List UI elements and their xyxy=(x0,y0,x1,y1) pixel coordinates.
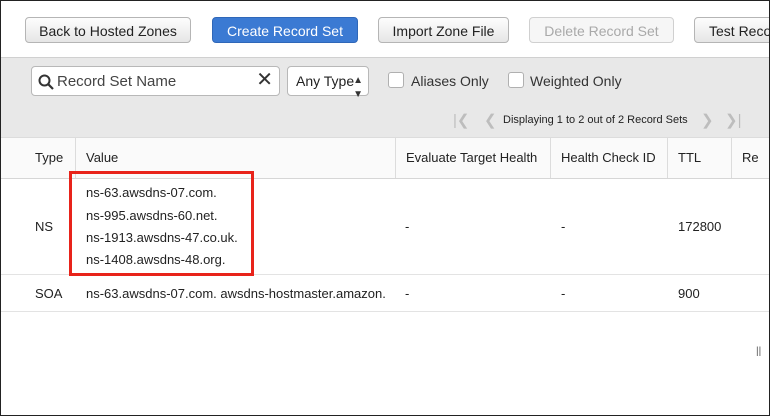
search-icon xyxy=(38,74,54,90)
route53-record-sets-panel: Back to Hosted Zones Create Record Set I… xyxy=(0,0,770,416)
evaluate-target-health-cell: - xyxy=(405,286,410,301)
record-type-cell: NS xyxy=(35,219,54,234)
create-record-set-button[interactable]: Create Record Set xyxy=(212,17,358,43)
column-header-type[interactable]: Type xyxy=(25,138,75,178)
pager-bar: |❮ ❮ Displaying 1 to 2 out of 2 Record S… xyxy=(1,109,769,137)
column-header-evaluate-target-health[interactable]: Evaluate Target Health xyxy=(395,138,550,178)
record-type-select-value: Any Type xyxy=(296,73,355,89)
column-header-ttl[interactable]: TTL xyxy=(667,138,731,178)
evaluate-target-health-cell: - xyxy=(405,219,410,234)
next-page-icon[interactable]: ❯ xyxy=(701,111,714,129)
ttl-cell: 172800 xyxy=(678,219,722,234)
search-box: ✕ xyxy=(31,66,280,96)
first-page-icon[interactable]: |❮ xyxy=(453,111,469,129)
column-header-region[interactable]: Re xyxy=(731,138,769,178)
clear-search-icon[interactable]: ✕ xyxy=(256,69,273,91)
toolbar: Back to Hosted Zones Create Record Set I… xyxy=(1,1,769,57)
last-page-icon[interactable]: ❯| xyxy=(725,111,741,129)
pager-status-text: Displaying 1 to 2 out of 2 Record Sets xyxy=(503,114,688,126)
record-value-line: ns-63.awsdns-07.com. awsdns-hostmaster.a… xyxy=(86,286,386,301)
health-check-id-cell: - xyxy=(561,286,566,301)
filter-bar: ✕ Any Type ▲▼ Aliases Only Weighted Only xyxy=(1,57,769,110)
weighted-only-checkbox[interactable] xyxy=(508,72,524,88)
aliases-only-checkbox[interactable] xyxy=(388,72,404,88)
import-zone-file-button[interactable]: Import Zone File xyxy=(378,17,509,43)
previous-page-icon[interactable]: ❮ xyxy=(484,111,497,129)
record-set-name-search-input[interactable] xyxy=(57,71,253,91)
table-row[interactable]: SOA ns-63.awsdns-07.com. awsdns-hostmast… xyxy=(1,275,769,312)
back-to-hosted-zones-button[interactable]: Back to Hosted Zones xyxy=(25,17,191,43)
ttl-cell: 900 xyxy=(678,286,700,301)
test-record-set-button[interactable]: Test Reco xyxy=(694,17,769,43)
name-servers-highlight-box xyxy=(69,171,254,276)
record-type-cell: SOA xyxy=(35,286,63,301)
weighted-only-label: Weighted Only xyxy=(530,73,622,89)
column-resize-handle[interactable]: || xyxy=(756,346,761,357)
aliases-only-label: Aliases Only xyxy=(411,73,489,89)
column-header-health-check-id[interactable]: Health Check ID xyxy=(550,138,667,178)
record-type-select[interactable]: Any Type ▲ ▼ xyxy=(287,66,369,100)
delete-record-set-button[interactable]: Delete Record Set xyxy=(529,17,674,43)
health-check-id-cell: - xyxy=(561,219,566,234)
